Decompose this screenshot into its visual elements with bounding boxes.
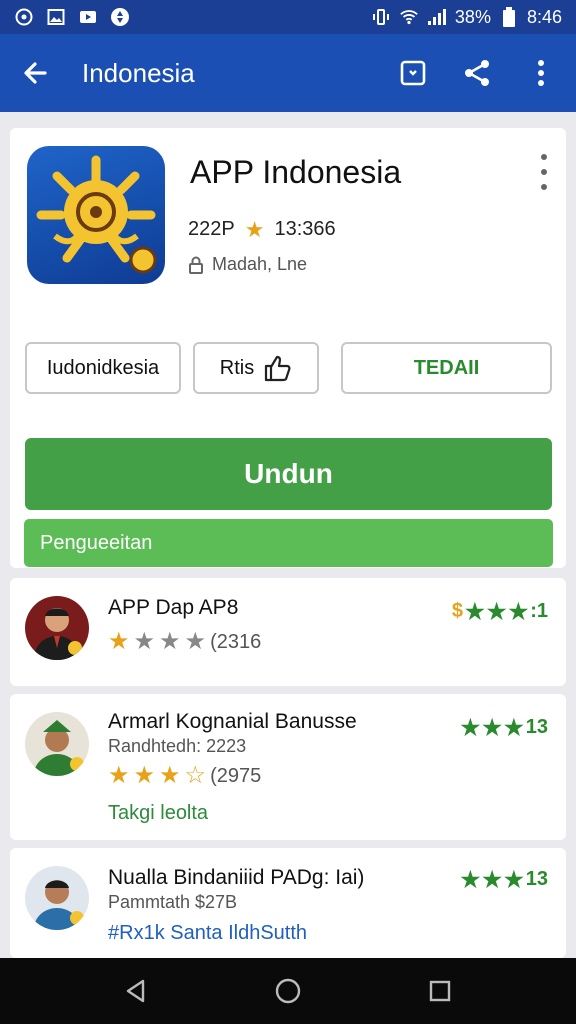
star-icon: ★ [133, 762, 156, 789]
app-publisher-row: Madah, Lne [188, 254, 307, 275]
category-chip[interactable]: Iudonidkesia [25, 342, 181, 394]
clock: 8:46 [526, 6, 562, 27]
star-icon: ★ [244, 216, 265, 242]
star-icon: ★ [108, 628, 130, 655]
bookmark-button[interactable] [396, 56, 430, 90]
star-icon: ★ [465, 598, 485, 624]
review-score-value: 13 [525, 716, 548, 738]
nav-home-button[interactable] [268, 971, 308, 1011]
star-icon: ★ [460, 714, 481, 740]
share-button[interactable] [460, 56, 494, 90]
review-score: $ ★ ★ ★ :1 [452, 600, 548, 623]
review-score-value: 13 [525, 868, 548, 890]
star-icon: ★ [460, 866, 481, 892]
star-icon: ★ [108, 762, 130, 789]
lock-icon [189, 256, 203, 274]
wifi-icon [399, 7, 419, 27]
review-subtitle: Randhtedh: 2223 [108, 736, 247, 756]
vibrate-icon [371, 7, 391, 27]
more-vert-icon [538, 60, 544, 86]
share-icon [465, 60, 489, 86]
image-icon [46, 7, 66, 27]
secondary-button[interactable]: Pengueeitan [24, 519, 553, 567]
bookmark-icon [400, 60, 426, 86]
install-button[interactable]: Undun [25, 438, 552, 510]
detail-chip-label: TEDAII [413, 356, 480, 379]
app-stats: 222P ★ 13:366 [188, 218, 336, 241]
star-icon: ★ [184, 628, 207, 655]
overflow-menu-button[interactable] [524, 56, 558, 90]
rate-chip[interactable]: Rtis [193, 342, 319, 394]
nav-back-button[interactable] [116, 971, 156, 1011]
secondary-button-label: Pengueeitan [40, 531, 153, 554]
record-icon [14, 7, 34, 27]
star-icon: ★ [159, 628, 181, 655]
star-icon: ★ [504, 714, 524, 740]
app-logo-icon [27, 146, 165, 284]
list-item[interactable]: Armarl Kognanial Banusse Randhtedh: 2223… [10, 694, 566, 840]
list-item[interactable]: APP Dap AP8 ★ ★ ★ ★ (2316 $ ★ ★ ★ :1 [10, 578, 566, 686]
star-icon: ★ [482, 714, 503, 740]
review-score-value: :1 [530, 600, 548, 622]
back-button[interactable] [18, 56, 52, 90]
star-icon: ★ [504, 866, 524, 892]
review-tag: Takgi leolta [108, 802, 209, 824]
nav-recents-button[interactable] [420, 971, 460, 1011]
thumbs-up-icon [265, 355, 291, 382]
star-icon: ★ [133, 628, 156, 655]
detail-chip[interactable]: TEDAII [341, 342, 552, 394]
star-icon: ★ [486, 598, 507, 624]
status-bar: 38% 8:46 [0, 0, 576, 34]
triangle-back-icon [126, 979, 145, 1003]
signal-icon [427, 7, 447, 27]
more-vert-icon [541, 154, 547, 160]
star-icon: ★ [508, 598, 529, 624]
review-rating: ★ ★ ★ ★ (2316 [108, 630, 261, 654]
review-title: Armarl Kognanial Banusse [108, 710, 357, 733]
app-publisher: Madah, Lne [212, 254, 308, 274]
avatar [25, 712, 89, 776]
battery-icon [499, 7, 519, 27]
review-subtitle: Pammtath $27B [108, 892, 238, 912]
review-title: Nualla Bindaniiid PADg: Iai) [108, 866, 365, 889]
list-item[interactable]: Nualla Bindaniiid PADg: Iai) Pammtath $2… [10, 848, 566, 958]
avatar [25, 866, 89, 930]
video-icon [78, 7, 98, 27]
review-score: ★ ★ ★ 13 [461, 716, 548, 739]
star-outline-icon: ☆ [184, 762, 207, 789]
review-count: (2316 [210, 630, 262, 653]
review-score: ★ ★ ★ 13 [461, 868, 548, 891]
sync-icon [110, 7, 130, 27]
star-icon: ★ [159, 762, 181, 789]
star-icon: ★ [482, 866, 503, 892]
review-score-prefix: $ [451, 600, 463, 622]
circle-home-icon [275, 978, 301, 1004]
app-bar: Indonesia [0, 34, 576, 112]
app-rating: 13:366 [274, 218, 336, 240]
rate-chip-label: Rtis [219, 356, 255, 379]
app-name: APP Indonesia [190, 154, 402, 190]
card-overflow-menu[interactable] [536, 154, 552, 190]
review-tag[interactable]: #Rx1k Santa IldhSutth [108, 922, 307, 945]
system-nav-bar [0, 958, 576, 1024]
arrow-left-icon [24, 62, 47, 84]
review-title: APP Dap AP8 [108, 596, 239, 619]
category-chip-label: Iudonidkesia [46, 356, 160, 379]
avatar [25, 596, 89, 660]
install-button-label: Undun [244, 458, 333, 489]
battery-percent: 38% [454, 6, 491, 27]
app-details-card: APP Indonesia 222P ★ 13:366 Madah, Lne I… [10, 128, 566, 568]
review-count: (2975 [210, 764, 262, 787]
square-recents-icon [429, 980, 451, 1002]
app-bar-title: Indonesia [82, 57, 195, 88]
app-size: 222P [188, 218, 235, 240]
review-rating: ★ ★ ★ ☆ (2975 [108, 764, 261, 788]
